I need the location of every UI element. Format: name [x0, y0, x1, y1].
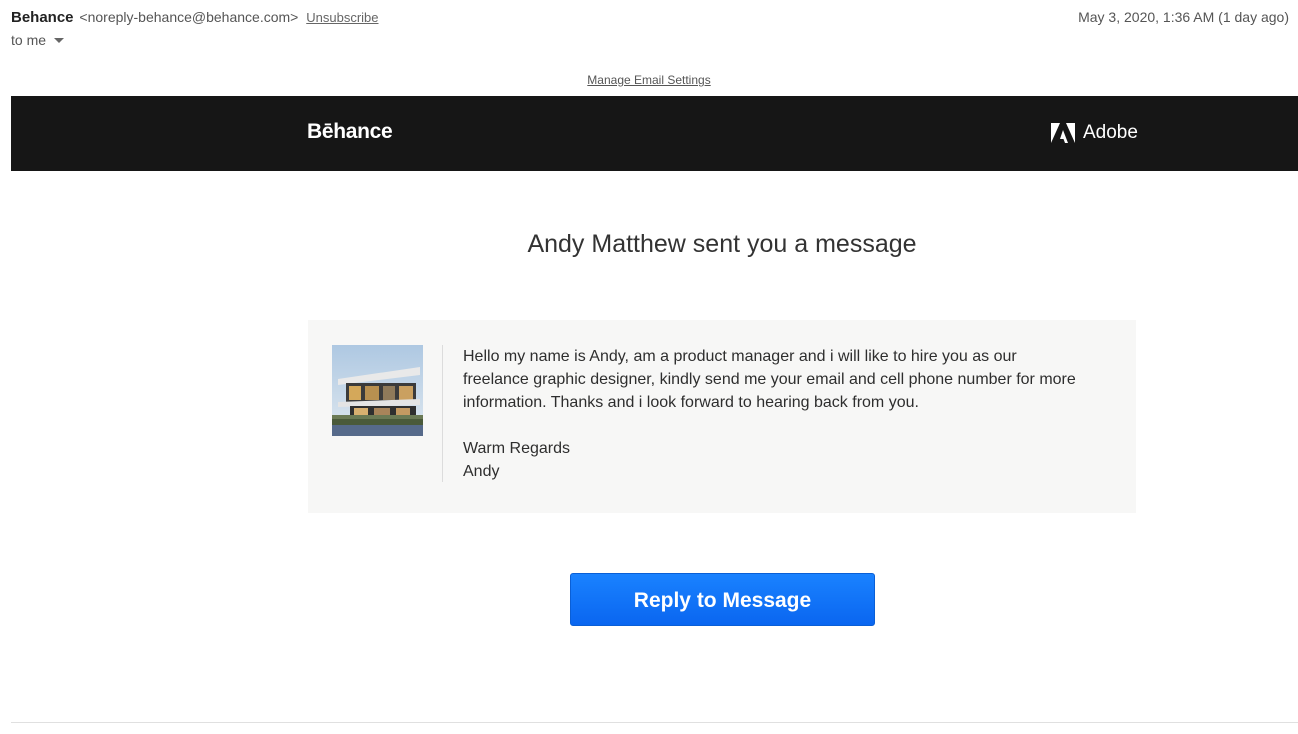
- adobe-icon: [1051, 123, 1075, 143]
- chevron-down-icon[interactable]: [54, 37, 65, 43]
- message-card: Hello my name is Andy, am a product mana…: [308, 320, 1136, 513]
- sender-line: Behance <noreply-behance@behance.com> Un…: [11, 8, 379, 27]
- adobe-label: Adobe: [1083, 122, 1138, 143]
- reply-to-message-button[interactable]: Reply to Message: [570, 573, 875, 626]
- sender-avatar-image[interactable]: [332, 345, 423, 436]
- message-regards: Warm Regards: [463, 440, 570, 457]
- recipient-details-toggle[interactable]: to me: [11, 32, 65, 48]
- adobe-logo[interactable]: Adobe: [1051, 122, 1138, 144]
- behance-logo[interactable]: Bēhance: [307, 120, 393, 144]
- email-header: Behance <noreply-behance@behance.com> Un…: [11, 0, 1291, 56]
- brand-bar: Bēhance Adobe: [11, 96, 1298, 171]
- email-date: May 3, 2020, 1:36 AM (1 day ago): [1078, 9, 1289, 25]
- email-view: Behance <noreply-behance@behance.com> Un…: [0, 0, 1298, 734]
- message-body: Hello my name is Andy, am a product mana…: [463, 345, 1083, 483]
- message-signature: Andy: [463, 463, 500, 480]
- manage-email-settings-link[interactable]: Manage Email Settings: [587, 73, 710, 87]
- recipient-label: to me: [11, 32, 47, 48]
- unsubscribe-link[interactable]: Unsubscribe: [306, 10, 378, 25]
- message-paragraph: Hello my name is Andy, am a product mana…: [463, 348, 1076, 411]
- card-divider: [442, 345, 443, 482]
- message-title: Andy Matthew sent you a message: [527, 230, 917, 258]
- sender-name: Behance: [11, 9, 74, 26]
- divider: [11, 722, 1298, 723]
- sender-email: <noreply-behance@behance.com>: [79, 9, 299, 25]
- manage-settings-row: Manage Email Settings: [0, 71, 1298, 89]
